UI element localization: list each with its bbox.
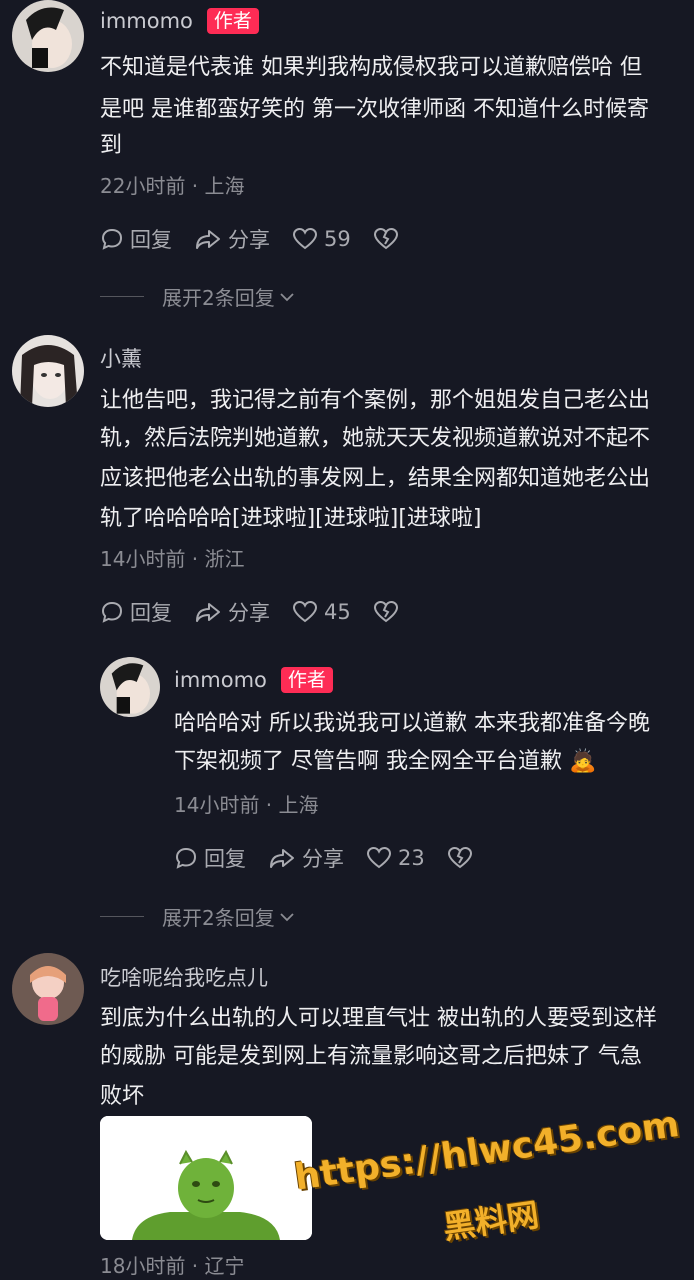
comment-meta: 14小时前 · 浙江 xyxy=(100,547,245,571)
comment-image[interactable] xyxy=(100,1116,312,1240)
comment-meta: 18小时前 · 辽宁 xyxy=(100,1254,245,1278)
like-count: 45 xyxy=(324,600,351,624)
author-badge: 作者 xyxy=(206,8,259,34)
username[interactable]: 小薰 xyxy=(100,343,142,373)
comment-text-line: 败坏 xyxy=(100,1084,145,1109)
comment-text-line: 让他告吧，我记得之前有个案例，那个姐姐发自己老公出 xyxy=(100,388,651,413)
divider xyxy=(100,916,144,917)
reply-label: 回复 xyxy=(130,601,172,625)
comment-text-line: 下架视频了 尽管告啊 我全网全平台道歉 🙇 xyxy=(174,749,597,774)
username[interactable]: immomo 作者 xyxy=(100,8,259,34)
username-text[interactable]: 吃啥呢给我吃点儿 xyxy=(100,962,268,992)
comment-text-line: 不知道是代表谁 如果判我构成侵权我可以道歉赔偿哈 但 xyxy=(100,55,642,80)
comment-meta: 14小时前 · 上海 xyxy=(174,793,319,817)
broken-heart-icon xyxy=(373,600,398,623)
username-text[interactable]: immomo xyxy=(100,9,193,33)
dislike-button[interactable] xyxy=(447,846,479,870)
share-arrow-icon xyxy=(196,230,220,249)
expand-replies-button[interactable]: 展开2条回复 xyxy=(100,282,297,311)
comment-text-line: 的威胁 可能是发到网上有流量影响这哥之后把妹了 气急 xyxy=(100,1044,642,1069)
reply-button[interactable]: 回复 xyxy=(174,843,246,873)
comment-actions: 回复 分享 23 xyxy=(174,843,501,873)
username-text[interactable]: 小薰 xyxy=(100,343,142,373)
chevron-down-icon xyxy=(280,292,294,301)
reply-button[interactable]: 回复 xyxy=(100,597,172,627)
heart-icon xyxy=(292,600,318,623)
expand-replies-button[interactable]: 展开2条回复 xyxy=(100,902,297,931)
avatar[interactable] xyxy=(12,335,84,407)
reply-button[interactable]: 回复 xyxy=(100,224,172,254)
speech-bubble-icon xyxy=(101,228,123,250)
avatar[interactable] xyxy=(12,0,84,72)
username[interactable]: immomo 作者 xyxy=(174,667,333,693)
dislike-button[interactable] xyxy=(373,227,405,251)
comment-actions: 回复 分享 45 xyxy=(100,597,427,627)
share-button[interactable]: 分享 xyxy=(194,597,270,627)
heart-icon xyxy=(292,227,318,250)
expand-replies-label: 展开2条回复 xyxy=(162,286,275,310)
watermark-name: 黑料网 xyxy=(440,1195,542,1247)
like-button[interactable]: 59 xyxy=(292,227,351,251)
share-button[interactable]: 分享 xyxy=(194,224,270,254)
comment-text-line: 应该把他老公出轨的事发网上，结果全网都知道她老公出 xyxy=(100,466,651,491)
avatar[interactable] xyxy=(100,657,160,717)
like-button[interactable]: 23 xyxy=(366,846,425,870)
share-label: 分享 xyxy=(228,601,270,625)
heart-icon xyxy=(366,846,392,869)
share-label: 分享 xyxy=(302,847,344,871)
reply-label: 回复 xyxy=(204,847,246,871)
comment-text-line: 到 xyxy=(100,133,123,158)
comment-text-line: 哈哈哈对 所以我说我可以道歉 本来我都准备今晚 xyxy=(174,711,650,736)
share-button[interactable]: 分享 xyxy=(268,843,344,873)
chevron-down-icon xyxy=(280,912,294,921)
comment-text-line: 轨，然后法院判她道歉，她就天天发视频道歉说对不起不 xyxy=(100,426,651,451)
broken-heart-icon xyxy=(447,846,472,869)
like-count: 23 xyxy=(398,846,425,870)
comment-text-line: 轨了哈哈哈哈[进球啦][进球啦][进球啦] xyxy=(100,506,482,531)
comment-actions: 回复 分享 59 xyxy=(100,224,427,254)
speech-bubble-icon xyxy=(175,847,197,869)
broken-heart-icon xyxy=(373,227,398,250)
comment-text-line: 是吧 是谁都蛮好笑的 第一次收律师函 不知道什么时候寄 xyxy=(100,97,649,122)
dislike-button[interactable] xyxy=(373,600,405,624)
divider xyxy=(100,296,144,297)
username[interactable]: 吃啥呢给我吃点儿 xyxy=(100,962,268,992)
expand-replies-label: 展开2条回复 xyxy=(162,906,275,930)
avatar[interactable] xyxy=(12,953,84,1025)
comment-text-line: 到底为什么出轨的人可以理直气壮 被出轨的人要受到这样 xyxy=(100,1006,657,1031)
share-arrow-icon xyxy=(196,603,220,622)
like-button[interactable]: 45 xyxy=(292,600,351,624)
watermark-url: https://hlwc45.com xyxy=(292,1104,682,1199)
username-text[interactable]: immomo xyxy=(174,668,267,692)
reply-label: 回复 xyxy=(130,228,172,252)
speech-bubble-icon xyxy=(101,601,123,623)
like-count: 59 xyxy=(324,227,351,251)
author-badge: 作者 xyxy=(280,667,333,693)
share-arrow-icon xyxy=(270,849,294,868)
share-label: 分享 xyxy=(228,228,270,252)
comment-meta: 22小时前 · 上海 xyxy=(100,174,245,198)
